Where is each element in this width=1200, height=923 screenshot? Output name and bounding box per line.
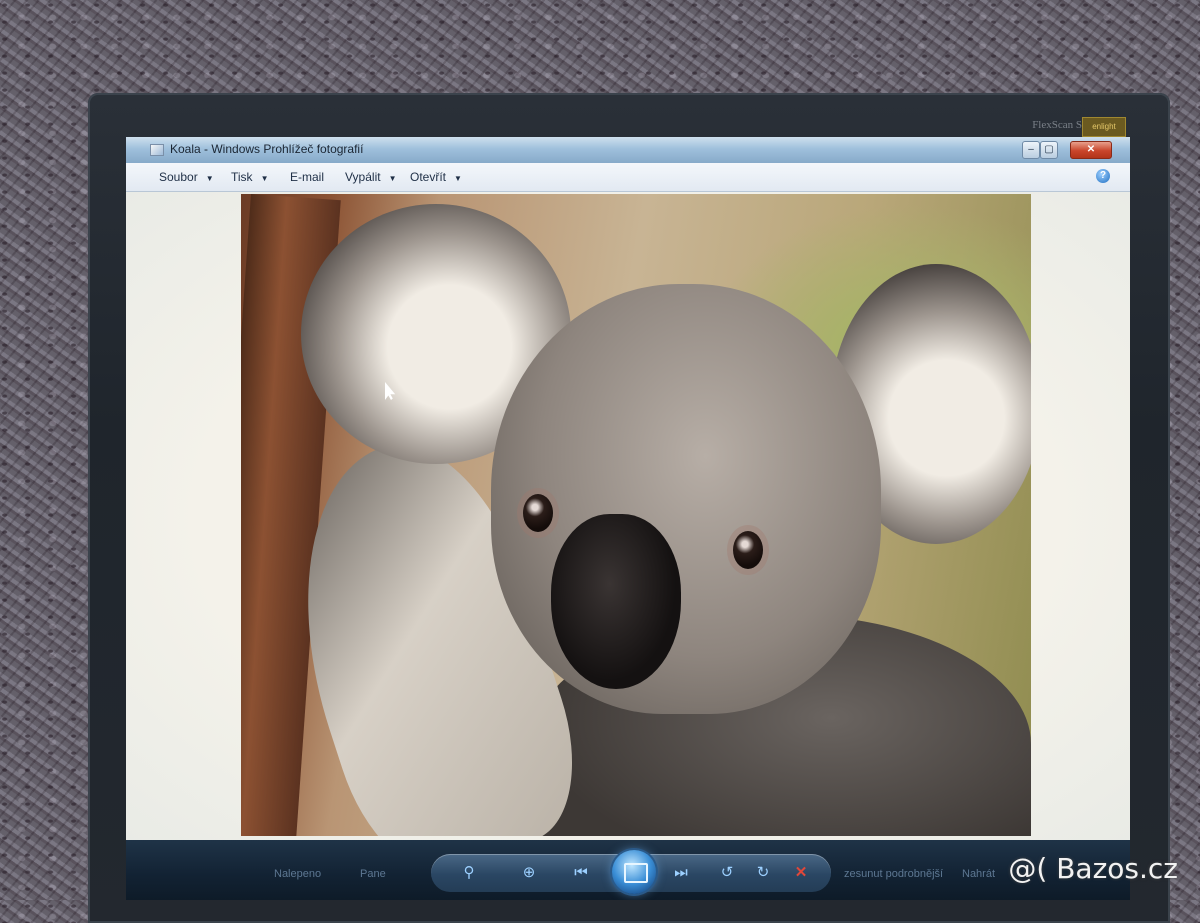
actual-size-icon[interactable]: ⊕ [515,862,543,884]
delete-icon[interactable]: ✕ [787,862,815,884]
menu-otevrit[interactable]: Otevřít ▼ [410,170,462,184]
photo-koala-eye-left [523,494,553,532]
chevron-down-icon: ▼ [454,174,462,183]
watermark-text: @( Bazos.cz [1008,852,1178,885]
menu-label: Vypálit [345,170,381,184]
minimize-button[interactable]: ‒ [1022,141,1040,159]
app-icon [150,144,164,156]
chevron-down-icon: ▼ [205,174,214,183]
menu-tisk[interactable]: Tisk ▼ [231,170,268,184]
controls-label-left-2: Pane [360,868,386,880]
menu-label: Soubor [159,170,198,184]
help-icon[interactable]: ? [1096,169,1110,183]
image-canvas [126,192,1130,840]
slideshow-icon [624,863,648,883]
magnifier-icon[interactable]: ⚲ [455,862,483,884]
chevron-down-icon: ▼ [260,174,269,183]
maximize-button[interactable]: ▢ [1040,141,1058,159]
menu-soubor[interactable]: Soubor ▼ [159,170,214,184]
controls-label-right-2: Nahrát [962,868,996,880]
controls-label-right-1: zesunut podrobnější [844,868,944,880]
menu-email[interactable]: E-mail [290,170,324,184]
menu-label: Tisk [231,170,253,184]
rotate-counterclockwise-icon[interactable]: ↺ [713,862,741,884]
menu-vypalit[interactable]: Vypálit ▼ [345,170,397,184]
previous-icon[interactable]: ⏮ [567,862,595,884]
menu-label: E-mail [290,170,325,184]
controls-label-left-1: Nalepeno [274,868,322,880]
window-title: Koala - Windows Prohlížeč fotografií [170,142,364,156]
next-icon[interactable]: ⏭ [667,862,695,884]
photo-koala-nose [551,514,681,689]
slideshow-button[interactable] [612,850,656,894]
screen: Koala - Windows Prohlížeč fotografií ‒ ▢… [126,137,1130,900]
viewer-controls-bar: Nalepeno Pane zesunut podrobnější Nahrát… [126,840,1130,900]
menu-label: Otevřít [410,170,447,184]
chevron-down-icon: ▼ [388,174,397,183]
rotate-clockwise-icon[interactable]: ↻ [749,862,777,884]
monitor-badge: enlight [1082,117,1126,137]
title-bar: Koala - Windows Prohlížeč fotografií ‒ ▢… [126,137,1130,163]
photo-koala-head [491,284,881,714]
koala-photo [241,194,1031,836]
menu-bar: Soubor ▼ Tisk ▼ E-mail Vypálit ▼ Otevřít ▼ ? [126,163,1130,192]
close-button[interactable]: ✕ [1070,141,1112,159]
photo-koala-eye-right [733,531,763,569]
